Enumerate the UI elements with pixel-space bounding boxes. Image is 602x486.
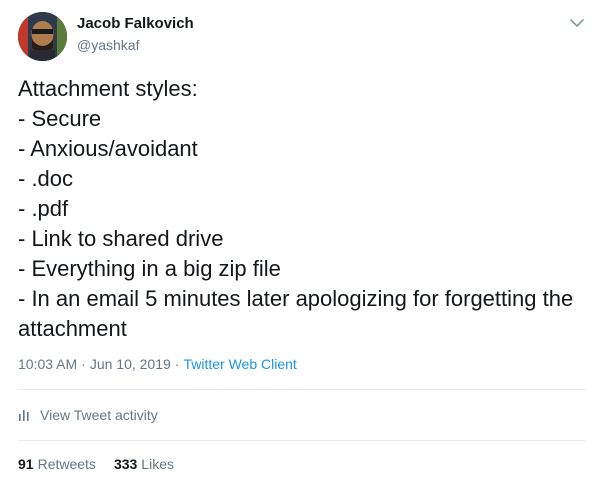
tweet-line-heading: Attachment styles: [18,76,198,101]
divider [18,440,586,441]
tweet-line-anxious-avoidant: - Anxious/avoidant [18,136,198,161]
meta-separator: · [81,356,86,372]
tweet-card: Jacob Falkovich @yashkaf Attachment styl… [0,0,602,486]
author-display-name[interactable]: Jacob Falkovich [77,15,194,32]
view-tweet-activity-label: View Tweet activity [40,407,158,423]
tweet-line-shared-drive: - Link to shared drive [18,226,224,251]
author-handle[interactable]: @yashkaf [77,37,139,53]
tweet-line-email: - In an email 5 minutes later apologizin… [18,286,574,341]
avatar[interactable] [18,12,67,61]
bar-chart-icon [19,410,29,421]
tweet-text: Attachment styles: - Secure - Anxious/av… [18,74,588,344]
likes-stat[interactable]: 333 Likes [114,456,174,472]
meta-separator: · [174,356,180,372]
retweets-stat[interactable]: 91 Retweets [18,456,96,472]
view-tweet-activity-button[interactable]: View Tweet activity [18,404,158,426]
tweet-line-secure: - Secure [18,106,102,131]
tweet-date[interactable]: Jun 10, 2019 [90,356,171,372]
tweet-stats: 91 Retweets 333 Likes [18,456,174,472]
tweet-line-doc: - .doc [18,166,74,191]
tweet-time[interactable]: 10:03 AM [18,356,77,372]
divider [18,389,586,390]
likes-label: Likes [141,456,174,472]
retweets-count: 91 [18,456,34,472]
avatar-image [18,12,67,61]
chevron-down-icon[interactable] [568,14,586,32]
tweet-client-link[interactable]: Twitter Web Client [183,356,296,372]
retweets-label: Retweets [37,456,96,472]
tweet-line-zip-file: - Everything in a big zip file [18,256,281,281]
tweet-line-pdf: - .pdf [18,196,69,221]
tweet-metadata: 10:03 AM · Jun 10, 2019 · Twitter Web Client [18,356,297,372]
likes-count: 333 [113,456,138,472]
